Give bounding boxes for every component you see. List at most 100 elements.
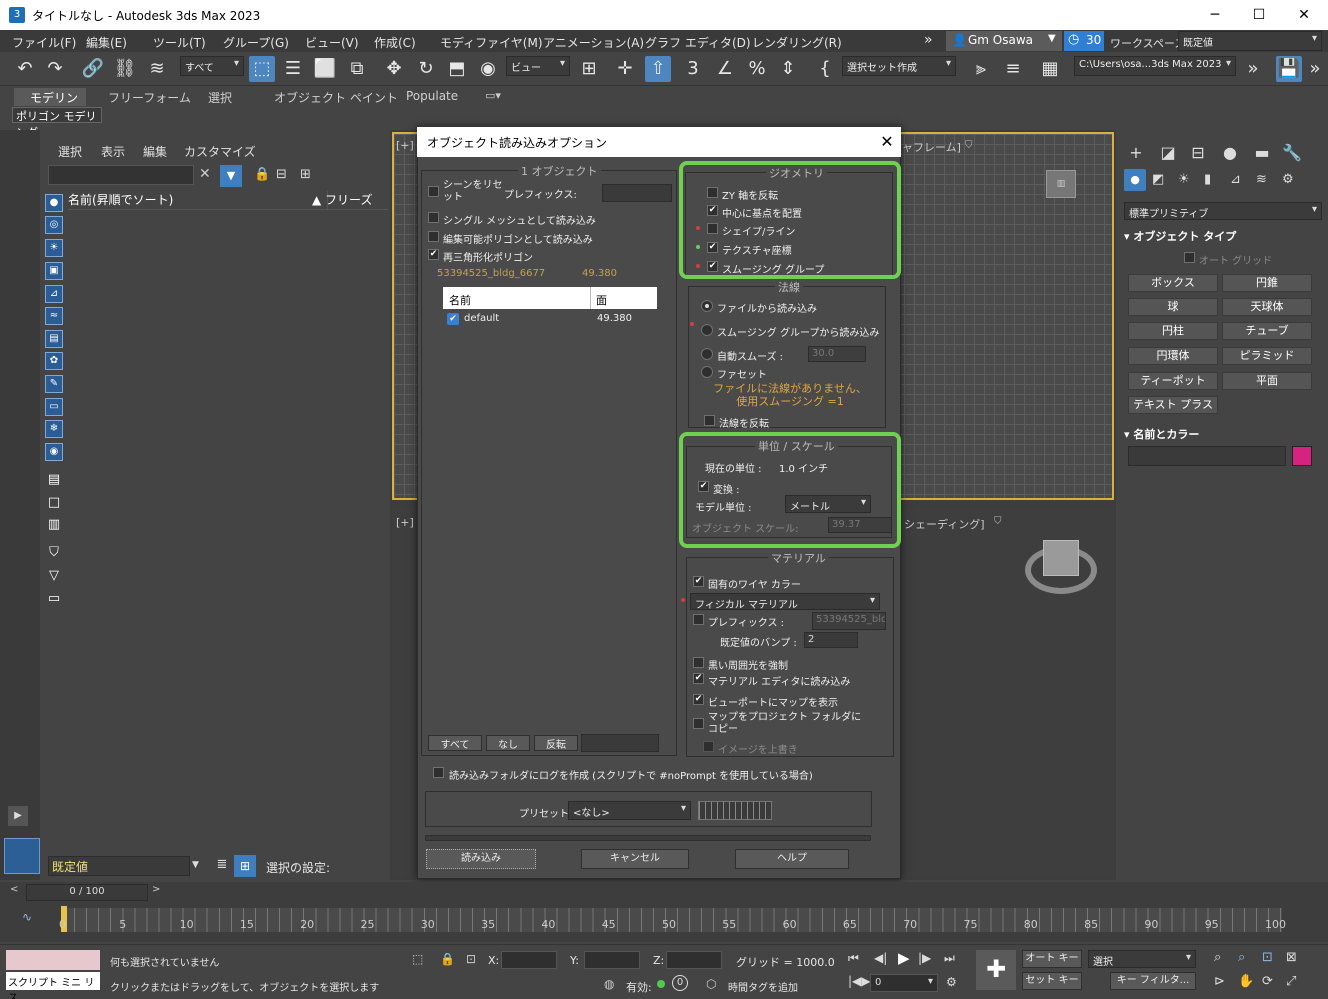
- hierarchy-expand-icon[interactable]: ⊞: [300, 167, 311, 182]
- explorer-menu-display[interactable]: 表示: [101, 143, 125, 160]
- normals-from-smoothing-radio[interactable]: [701, 324, 713, 336]
- angle-snap-icon[interactable]: ∠: [712, 56, 738, 82]
- filter-dependents-icon[interactable]: ▭: [45, 590, 63, 608]
- import-button[interactable]: 読み込み: [426, 849, 536, 869]
- zoom-extents-all-icon[interactable]: ⊠: [1286, 950, 1297, 965]
- filter-children-icon[interactable]: ▽: [45, 567, 63, 585]
- display-xrefs-icon[interactable]: ✿: [45, 352, 63, 370]
- mirror-icon[interactable]: ⫸: [968, 56, 994, 82]
- viewport-shading-filter-icon[interactable]: ⛉: [994, 516, 1002, 527]
- teapot-button[interactable]: ティーポット: [1128, 372, 1218, 390]
- list-item-name[interactable]: default: [464, 313, 499, 324]
- link-icon[interactable]: 🔗: [80, 56, 106, 82]
- editable-poly-checkbox[interactable]: [428, 231, 439, 242]
- single-mesh-checkbox[interactable]: [428, 212, 439, 223]
- menu-modifiers[interactable]: モディファイヤ(M): [440, 34, 543, 51]
- utilities-tab-icon[interactable]: 🔧: [1280, 143, 1304, 163]
- tab-object-paint[interactable]: オブジェクト ペイント: [274, 89, 398, 106]
- tab-populate[interactable]: Populate: [406, 89, 458, 103]
- prefix-input[interactable]: [602, 184, 672, 202]
- menu-group[interactable]: グループ(G): [223, 34, 289, 51]
- menu-graph-editors[interactable]: グラフ エディタ(D): [645, 34, 751, 51]
- viewport-layout-icon[interactable]: [4, 838, 40, 874]
- reference-coord-select[interactable]: ビュー: [506, 56, 570, 76]
- copy-maps-checkbox[interactable]: [693, 718, 704, 729]
- x-input[interactable]: [501, 951, 557, 969]
- prev-frame-icon[interactable]: <: [10, 884, 18, 895]
- viewport-bottom-label[interactable]: [+]: [396, 516, 414, 529]
- motion-tab-icon[interactable]: ●: [1218, 143, 1242, 163]
- orbit-icon[interactable]: ⟳: [1262, 974, 1273, 989]
- material-prefix-input[interactable]: 53394525_bldg: [812, 612, 886, 630]
- box-button[interactable]: ボックス: [1128, 274, 1218, 292]
- retriangulate-checkbox[interactable]: ✔: [428, 249, 439, 260]
- select-object-icon[interactable]: ⬚: [249, 56, 275, 82]
- fov-icon[interactable]: ⊳: [1214, 974, 1225, 989]
- workspace-select[interactable]: 既定値: [1178, 31, 1322, 51]
- pivot-icon[interactable]: ⊞: [576, 56, 602, 82]
- key-filters-button[interactable]: キー フィルタ...: [1110, 972, 1196, 990]
- select-by-name-icon[interactable]: ☰: [280, 56, 306, 82]
- window-crossing-icon[interactable]: ⧉: [344, 56, 370, 82]
- toolbar-overflow-icon[interactable]: »: [1302, 56, 1328, 82]
- select-invert-button[interactable]: 反転: [534, 735, 578, 751]
- hierarchy-icon[interactable]: ⊟: [276, 167, 287, 182]
- pan-icon[interactable]: ✋: [1238, 974, 1254, 989]
- layers-icon[interactable]: ≣: [212, 857, 232, 877]
- pyramid-button[interactable]: ピラミッド: [1222, 347, 1312, 365]
- preset-select[interactable]: <なし>: [568, 801, 691, 820]
- material-prefix-checkbox[interactable]: [693, 614, 704, 625]
- zoom-extents-icon[interactable]: ⊡: [1262, 950, 1273, 965]
- menu-edit[interactable]: 編集(E): [86, 34, 127, 51]
- menu-file[interactable]: ファイル(F): [12, 34, 76, 51]
- display-groups-icon[interactable]: ▤: [45, 330, 63, 348]
- zoom-all-icon[interactable]: ⌕: [1238, 950, 1245, 965]
- selection-filter-input[interactable]: [581, 734, 659, 752]
- move-icon[interactable]: ✥: [381, 56, 407, 82]
- auto-key-button[interactable]: オート キー: [1022, 950, 1082, 968]
- save-icon[interactable]: 💾: [1276, 56, 1302, 82]
- filter-selected-icon[interactable]: ⛉: [45, 544, 63, 562]
- selection-lock-icon[interactable]: 🔒: [440, 952, 455, 966]
- display-spacewarps-icon[interactable]: ≈: [45, 307, 63, 325]
- select-manipulate-icon[interactable]: ✛: [612, 56, 638, 82]
- auto-smooth-radio[interactable]: [701, 348, 713, 360]
- column-freeze[interactable]: ▲ フリーズ: [312, 191, 388, 209]
- lights-icon[interactable]: ☀: [1178, 172, 1190, 187]
- display-bones-icon[interactable]: ✎: [45, 375, 63, 393]
- preset-manager-icon[interactable]: [698, 801, 772, 820]
- user-account[interactable]: 👤 Gm Osawa ▼: [946, 31, 1062, 51]
- display-shapes-icon[interactable]: ◎: [45, 216, 63, 234]
- helpers-icon[interactable]: ⊿: [1230, 172, 1241, 187]
- display-lights-icon[interactable]: ☀: [45, 239, 63, 257]
- normals-from-file-radio[interactable]: [701, 300, 713, 312]
- tab-modeling[interactable]: モデリング: [14, 88, 86, 122]
- select-none-button[interactable]: なし: [486, 735, 530, 751]
- project-path-select[interactable]: C:\Users\osa...3ds Max 2023: [1074, 56, 1236, 76]
- cone-button[interactable]: 円錐: [1222, 274, 1312, 292]
- zoom-icon[interactable]: ⌕: [1214, 950, 1221, 965]
- prev-key-icon[interactable]: ◀|: [874, 951, 887, 965]
- list-column-faces[interactable]: 面: [596, 292, 607, 308]
- clear-search-icon[interactable]: ✕: [199, 166, 211, 182]
- reset-scene-checkbox[interactable]: [428, 186, 439, 197]
- minimize-icon[interactable]: ─: [1192, 3, 1238, 27]
- import-to-editor-checkbox[interactable]: ✔: [693, 673, 704, 684]
- unique-wire-checkbox[interactable]: ✔: [693, 576, 704, 587]
- maximize-viewport-icon[interactable]: ⤢: [1286, 974, 1296, 989]
- play-icon[interactable]: ▶: [898, 949, 910, 967]
- ribbon-options-icon[interactable]: ▭▾: [485, 89, 501, 102]
- viewport-filter-icon[interactable]: ⛉: [965, 140, 973, 151]
- primitive-category-select[interactable]: 標準プリミティブ: [1124, 202, 1322, 220]
- auto-grid-checkbox[interactable]: [1184, 252, 1195, 263]
- rect-selection-icon[interactable]: ⬜: [312, 56, 338, 82]
- list-item-checkbox[interactable]: ✔: [447, 313, 459, 325]
- shapes-icon[interactable]: ◩: [1152, 172, 1164, 187]
- modify-tab-icon[interactable]: ◪: [1156, 143, 1180, 163]
- next-frame-icon[interactable]: >: [152, 884, 160, 895]
- systems-icon[interactable]: ⚙: [1282, 172, 1294, 187]
- edit-named-sets-icon[interactable]: {: [812, 56, 838, 82]
- layer-select[interactable]: 既定値: [48, 856, 190, 876]
- bind-spacewarp-icon[interactable]: ≋: [144, 56, 170, 82]
- absolute-mode-icon[interactable]: ⊡: [466, 952, 476, 966]
